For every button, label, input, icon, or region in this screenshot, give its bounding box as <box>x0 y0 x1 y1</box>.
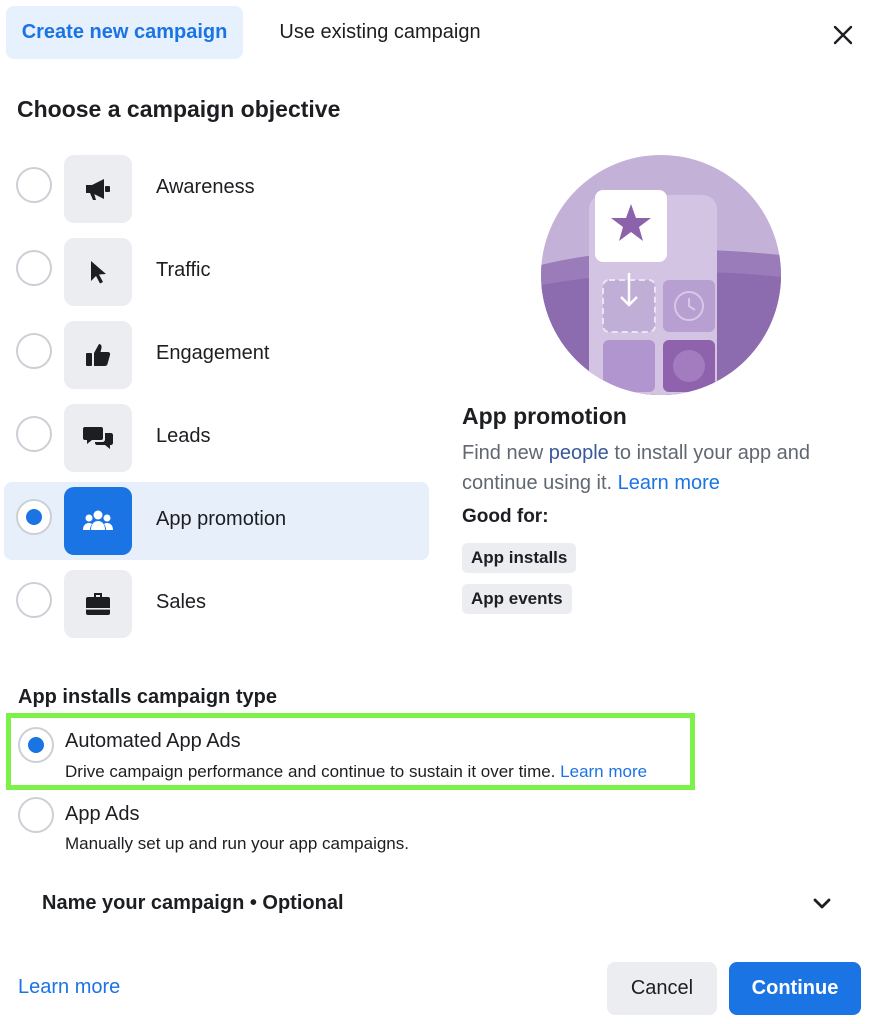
thumbs-up-icon <box>64 321 132 389</box>
campaign-type-title: Automated App Ads <box>65 730 241 752</box>
objective-label: Awareness <box>156 176 255 198</box>
megaphone-icon <box>64 155 132 223</box>
good-for-chip: App events <box>462 584 572 614</box>
campaign-type-desc-text: Drive campaign performance and continue … <box>65 762 556 781</box>
radio-button[interactable] <box>16 416 52 452</box>
close-button[interactable] <box>826 18 860 52</box>
objective-app-promotion[interactable]: App promotion <box>4 482 429 560</box>
objective-sales[interactable]: Sales <box>4 565 429 643</box>
detail-description: Find new people to install your app and … <box>462 438 842 498</box>
radio-button[interactable] <box>16 582 52 618</box>
objective-label: Sales <box>156 591 207 613</box>
tab-use-existing-campaign[interactable]: Use existing campaign <box>262 6 498 59</box>
objective-leads[interactable]: Leads <box>4 399 429 477</box>
objective-label: Traffic <box>156 259 211 281</box>
radio-button-selected[interactable] <box>16 499 52 535</box>
chat-bubbles-icon <box>64 404 132 472</box>
campaign-type-heading: App installs campaign type <box>18 686 277 708</box>
detail-desc-text: Find new <box>462 442 549 464</box>
tab-create-new-campaign[interactable]: Create new campaign <box>6 6 243 59</box>
people-link[interactable]: people <box>549 442 609 464</box>
radio-button[interactable] <box>16 250 52 286</box>
people-group-icon <box>64 487 132 555</box>
name-campaign-label: Name your campaign • Optional <box>42 892 344 914</box>
name-campaign-expander[interactable]: Name your campaign • Optional <box>42 888 842 922</box>
section-heading-objective: Choose a campaign objective <box>17 96 341 122</box>
campaign-type-app-ads[interactable]: App Ads Manually set up and run your app… <box>18 797 698 863</box>
objective-label: App promotion <box>156 508 287 530</box>
learn-more-link[interactable]: Learn more <box>560 762 647 781</box>
campaign-type-automated-app-ads[interactable]: Automated App Ads Drive campaign perform… <box>18 727 698 790</box>
objective-label: Leads <box>156 425 211 447</box>
objective-engagement[interactable]: Engagement <box>4 316 429 394</box>
campaign-type-title: App Ads <box>65 803 140 825</box>
good-for-chip: App installs <box>462 543 577 573</box>
radio-button-selected[interactable] <box>18 727 54 763</box>
continue-button[interactable]: Continue <box>729 962 861 1015</box>
chevron-down-icon <box>813 898 831 909</box>
cancel-button[interactable]: Cancel <box>607 962 717 1015</box>
radio-button[interactable] <box>16 333 52 369</box>
objective-label: Engagement <box>156 342 270 364</box>
cursor-icon <box>64 238 132 306</box>
campaign-type-description: Drive campaign performance and continue … <box>65 762 647 782</box>
objective-traffic[interactable]: Traffic <box>4 233 429 311</box>
objective-awareness[interactable]: Awareness <box>4 150 429 228</box>
good-for-label: Good for: <box>462 506 549 527</box>
radio-button[interactable] <box>18 797 54 833</box>
app-promotion-illustration <box>541 155 781 395</box>
radio-button[interactable] <box>16 167 52 203</box>
campaign-type-description: Manually set up and run your app campaig… <box>65 834 409 853</box>
close-icon <box>833 25 853 45</box>
footer-learn-more-link[interactable]: Learn more <box>18 976 120 999</box>
briefcase-icon <box>64 570 132 638</box>
learn-more-link[interactable]: Learn more <box>618 472 720 494</box>
detail-title: App promotion <box>462 403 627 429</box>
